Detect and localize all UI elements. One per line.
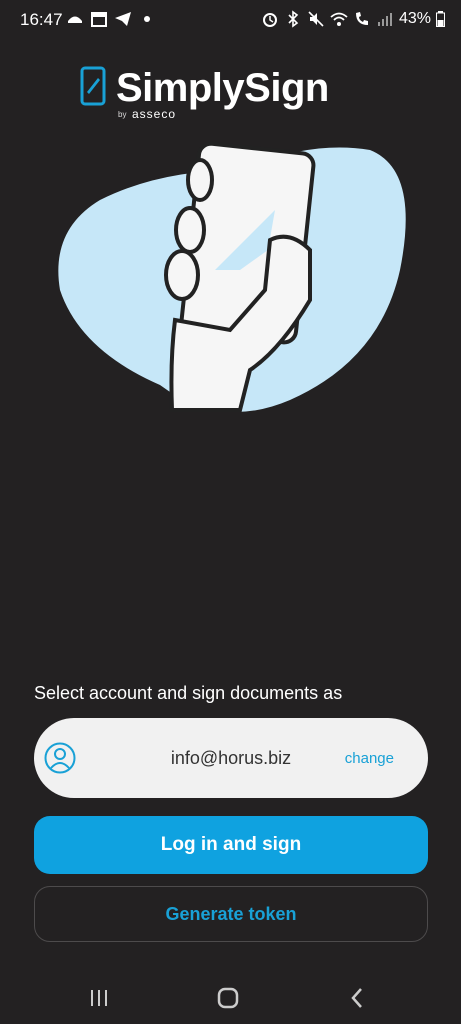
dot-icon [144,16,150,22]
back-icon[interactable] [342,982,374,1014]
status-right: 43% [261,10,445,28]
alarm-icon [262,13,277,27]
login-and-sign-button[interactable]: Log in and sign [34,816,428,874]
mute-icon [308,11,324,27]
status-left-icons [66,10,156,28]
logo-title: SimplySign [116,66,329,110]
home-icon[interactable] [212,982,244,1014]
calendar-icon [91,12,107,27]
account-selector[interactable]: info@horus.biz change [34,718,428,798]
recent-apps-icon[interactable] [83,982,115,1014]
phone-pen-icon [80,66,106,106]
logo-by: by [118,110,127,119]
battery-percent: 43% [398,10,431,27]
logo-brand: asseco [132,107,177,121]
signal-icon [377,13,392,26]
food-delivery-icon [68,16,82,23]
simplysign-logo: SimplySign by asseco [80,64,329,124]
status-bar: 16:47 43% [0,0,461,40]
account-prompt: Select account and sign documents as [34,683,343,703]
call-signal-icon [355,12,368,25]
change-account-link[interactable]: change [345,750,394,767]
status-time: 16:47 [20,10,63,29]
generate-token-button[interactable]: Generate token [34,886,428,942]
telegram-icon [115,12,131,26]
wifi-icon [330,12,348,26]
battery-icon [436,11,445,27]
bluetooth-icon [288,10,299,28]
hand-holding-phone-illustration [58,141,406,412]
navigation-bar [0,966,461,1024]
